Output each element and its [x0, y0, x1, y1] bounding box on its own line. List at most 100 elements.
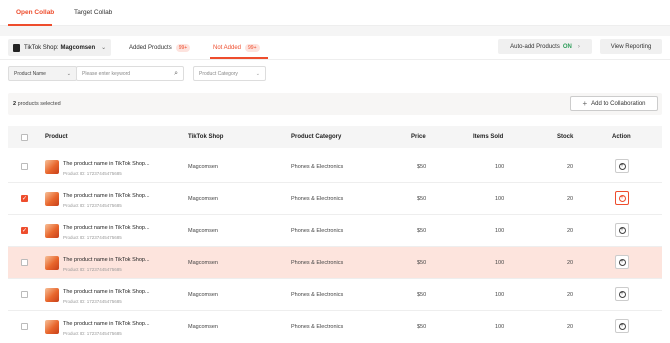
sold-cell: 100 [495, 292, 505, 298]
product-name: The product name in TikTok Shop... [63, 321, 150, 327]
stock-cell: 20 [567, 324, 574, 330]
shop-selector[interactable]: TikTok Shop: Magcomsen ⌄ [8, 39, 111, 56]
product-name: The product name in TikTok Shop... [63, 161, 150, 167]
table-row: The product name in TikTok Shop... Produ… [8, 279, 662, 311]
row-checkbox[interactable] [21, 291, 28, 298]
shop-cell: Magcomsen [188, 164, 218, 170]
search-field-label: Product Name [14, 70, 46, 77]
plus-circle-icon: + [618, 258, 626, 266]
stock-cell: 20 [567, 292, 574, 298]
add-product-button[interactable]: + [615, 223, 629, 237]
selection-bar: 2 products selected + Add to Collaborati… [8, 93, 662, 115]
count-badge: 99+ [245, 44, 260, 52]
row-checkbox[interactable]: ✓ [21, 195, 28, 202]
product-id: Product ID: 17237445475685 [63, 299, 122, 304]
select-all-checkbox[interactable] [21, 134, 28, 141]
subtab-added-products[interactable]: Added Products 99+ [129, 44, 191, 52]
filter-bar: Product Name ⌄ Please enter keyword ⌕ Pr… [0, 60, 670, 88]
auto-add-state: ON [562, 43, 572, 50]
row-checkbox[interactable] [21, 323, 28, 330]
shop-bar: TikTok Shop: Magcomsen ⌄ Added Products … [0, 36, 670, 60]
sold-cell: 100 [495, 324, 505, 330]
category-cell: Phones & Electronics [291, 260, 344, 266]
table-row: The product name in TikTok Shop... Produ… [8, 247, 662, 279]
product-id: Product ID: 17237445475685 [63, 267, 122, 272]
col-tiktok-shop: TikTok Shop [188, 134, 224, 140]
plus-circle-icon: + [618, 226, 626, 234]
shop-cell: Magcomsen [188, 260, 218, 266]
product-thumbnail [45, 192, 59, 206]
view-reporting-button[interactable]: View Reporting [600, 39, 662, 54]
add-product-button[interactable]: + [615, 287, 629, 301]
col-product-category: Product Category [291, 134, 342, 140]
selected-count: 2 [13, 101, 17, 107]
price-cell: $50 [417, 196, 427, 202]
table-row: The product name in TikTok Shop... Produ… [8, 311, 662, 343]
shop-name: Magcomsen [60, 44, 96, 51]
search-input[interactable]: Please enter keyword ⌕ [76, 66, 184, 81]
stock-cell: 20 [567, 164, 574, 170]
subtab-not-added[interactable]: Not Added 99+ [213, 44, 260, 52]
auto-add-toggle-button[interactable]: Auto-add Products ON › [498, 39, 592, 54]
stock-cell: 20 [567, 260, 574, 266]
section-divider [0, 26, 670, 36]
stock-cell: 20 [567, 228, 574, 234]
selected-text: products selected [17, 101, 61, 107]
table-row: ✓ The product name in TikTok Shop... Pro… [8, 183, 662, 215]
price-cell: $50 [417, 164, 427, 170]
category-cell: Phones & Electronics [291, 164, 344, 170]
col-items-sold: Items Sold [473, 134, 504, 140]
search-icon[interactable]: ⌕ [174, 70, 178, 78]
category-placeholder: Product Category [199, 70, 238, 77]
col-stock: Stock [557, 134, 574, 140]
search-placeholder: Please enter keyword [82, 70, 131, 77]
plus-circle-icon: + [618, 322, 626, 330]
top-tabs: Open Collab Target Collab [0, 0, 670, 26]
product-name: The product name in TikTok Shop... [63, 193, 150, 199]
shop-cell: Magcomsen [188, 292, 218, 298]
tab-target-collab[interactable]: Target Collab [74, 9, 112, 16]
add-product-button[interactable]: + [615, 191, 629, 205]
product-thumbnail [45, 256, 59, 270]
col-action: Action [612, 134, 631, 140]
product-id: Product ID: 17237445475685 [63, 171, 122, 176]
category-cell: Phones & Electronics [291, 292, 344, 298]
shop-cell: Magcomsen [188, 228, 218, 234]
price-cell: $50 [417, 228, 427, 234]
search-field-select[interactable]: Product Name ⌄ [8, 66, 77, 81]
stock-cell: 20 [567, 196, 574, 202]
row-checkbox[interactable] [21, 163, 28, 170]
subtab-underline [210, 57, 268, 59]
subtab-label: Added Products [129, 45, 172, 51]
product-name: The product name in TikTok Shop... [63, 257, 150, 263]
tab-open-collab[interactable]: Open Collab [16, 9, 54, 16]
auto-add-label: Auto-add Products [510, 43, 560, 50]
sold-cell: 100 [495, 196, 505, 202]
table-header: Product TikTok Shop Product Category Pri… [8, 126, 662, 148]
selection-summary: 2 products selected [13, 101, 61, 107]
product-name: The product name in TikTok Shop... [63, 225, 150, 231]
shop-cell: Magcomsen [188, 324, 218, 330]
product-thumbnail [45, 320, 59, 334]
category-select[interactable]: Product Category ⌄ [193, 66, 266, 81]
category-cell: Phones & Electronics [291, 228, 344, 234]
price-cell: $50 [417, 260, 427, 266]
plus-circle-icon: + [618, 290, 626, 298]
add-to-collaboration-button[interactable]: + Add to Collaboration [570, 96, 658, 111]
add-product-button[interactable]: + [615, 319, 629, 333]
row-checkbox[interactable] [21, 259, 28, 266]
plus-circle-icon: + [618, 162, 626, 170]
product-id: Product ID: 17237445475685 [63, 235, 122, 240]
row-checkbox[interactable]: ✓ [21, 227, 28, 234]
plus-icon: + [582, 99, 588, 108]
sold-cell: 100 [495, 228, 505, 234]
sold-cell: 100 [495, 164, 505, 170]
add-product-button[interactable]: + [615, 159, 629, 173]
product-thumbnail [45, 288, 59, 302]
product-id: Product ID: 17237445475685 [63, 331, 122, 336]
chevron-down-icon: ⌄ [255, 70, 260, 77]
chevron-right-icon: › [577, 43, 580, 50]
count-badge: 99+ [175, 44, 191, 52]
add-product-button[interactable]: + [615, 255, 629, 269]
chevron-down-icon: ⌄ [66, 70, 71, 77]
